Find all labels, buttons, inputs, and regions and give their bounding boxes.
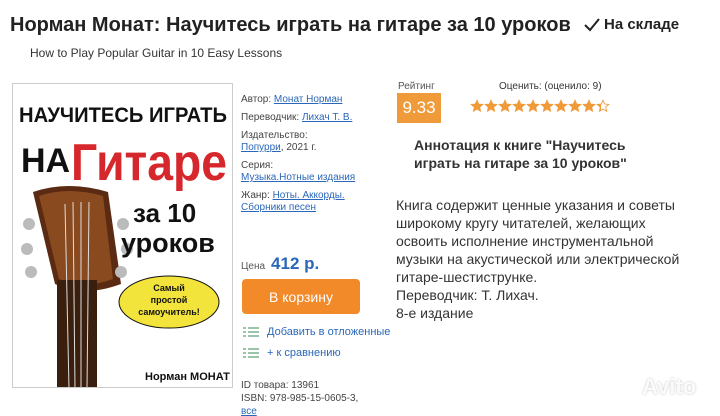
- price-value: 412 р.: [271, 254, 320, 273]
- star-icon[interactable]: [498, 99, 512, 113]
- check-icon: [584, 17, 600, 32]
- stock-status: На складе: [584, 16, 679, 33]
- wishlist-icon: [243, 325, 259, 339]
- series-link[interactable]: Музыка.Нотные издания: [241, 172, 355, 183]
- rating-stars[interactable]: [470, 99, 610, 113]
- translator-row: Переводчик: Лихач Т. В.: [241, 112, 353, 123]
- svg-text:простой: простой: [151, 295, 188, 305]
- author-link[interactable]: Монат Норман: [274, 94, 343, 105]
- product-id-row: ID товара: 13961: [241, 380, 320, 391]
- annotation-edition: 8-е издание: [396, 305, 474, 321]
- product-ids: ID товара: 13961 ISBN: 978-985-15-0605-3…: [241, 379, 361, 416]
- rating-value: 9.33: [397, 93, 441, 123]
- star-icon[interactable]: [596, 99, 610, 113]
- compare-icon: [243, 346, 259, 360]
- cover-badge: Самый простой самоучитель!: [118, 275, 220, 329]
- annotation-body: Книга содержит ценные указания и советы …: [396, 196, 696, 322]
- book-details: Автор: Монат Норман Переводчик: Лихач Т.…: [241, 94, 357, 220]
- star-icon[interactable]: [540, 99, 554, 113]
- star-icon[interactable]: [526, 99, 540, 113]
- star-icon[interactable]: [484, 99, 498, 113]
- author-row: Автор: Монат Норман: [241, 94, 343, 105]
- cover-line5: уроков: [121, 228, 215, 258]
- avito-logo-icon: [612, 377, 635, 397]
- wishlist-link[interactable]: Добавить в отложенные: [243, 325, 390, 339]
- cover-line3: Гитаре: [71, 134, 227, 192]
- cover-line4: за 10: [133, 198, 196, 228]
- star-icon[interactable]: [470, 99, 484, 113]
- stock-label: На складе: [604, 16, 680, 33]
- star-icon[interactable]: [512, 99, 526, 113]
- cover-author: Норман МОНАТ: [145, 371, 230, 383]
- avito-watermark: Avito: [610, 374, 696, 400]
- add-to-cart-button[interactable]: В корзину: [242, 279, 360, 314]
- book-cover[interactable]: НАУЧИТЕСЬ ИГРАТЬ НА Гитаре за 10 уроков …: [12, 83, 233, 388]
- annotation-title: Аннотация к книге "Научитесь играть на г…: [414, 137, 627, 171]
- series-row: Серия: Музыка.Нотные издания: [241, 160, 356, 183]
- star-icon[interactable]: [554, 99, 568, 113]
- annotation-text: Книга содержит ценные указания и советы …: [396, 197, 680, 285]
- star-icon[interactable]: [582, 99, 596, 113]
- genre-row: Жанр: Ноты. Аккорды. Сборники песен: [241, 190, 345, 213]
- rating-label: Рейтинг: [398, 81, 435, 92]
- svg-text:Самый: Самый: [153, 283, 185, 293]
- isbn-row: ISBN: 978-985-15-0605-3, все: [241, 393, 359, 416]
- compare-link[interactable]: + к сравнению: [243, 346, 341, 360]
- annotation-translator: Переводчик: Т. Лихач.: [396, 287, 539, 303]
- cover-line1: НАУЧИТЕСЬ ИГРАТЬ: [19, 104, 227, 127]
- svg-text:самоучитель!: самоучитель!: [138, 307, 199, 317]
- cover-line2: НА: [21, 142, 70, 180]
- rate-label: Оценить: (оценило: 9): [499, 81, 602, 92]
- product-subtitle: How to Play Popular Guitar in 10 Easy Le…: [30, 46, 283, 60]
- isbn-all-link[interactable]: все: [241, 406, 257, 416]
- price-label: Цена: [241, 261, 266, 272]
- star-icon[interactable]: [568, 99, 582, 113]
- translator-link[interactable]: Лихач Т. В.: [302, 112, 352, 123]
- publisher-link[interactable]: Попурри: [241, 142, 281, 153]
- price-row: Цена 412 р.: [241, 254, 319, 274]
- product-title: Норман Монат: Научитесь играть на гитаре…: [10, 14, 571, 36]
- publisher-row: Издательство: Попурри, 2021 г.: [241, 130, 317, 153]
